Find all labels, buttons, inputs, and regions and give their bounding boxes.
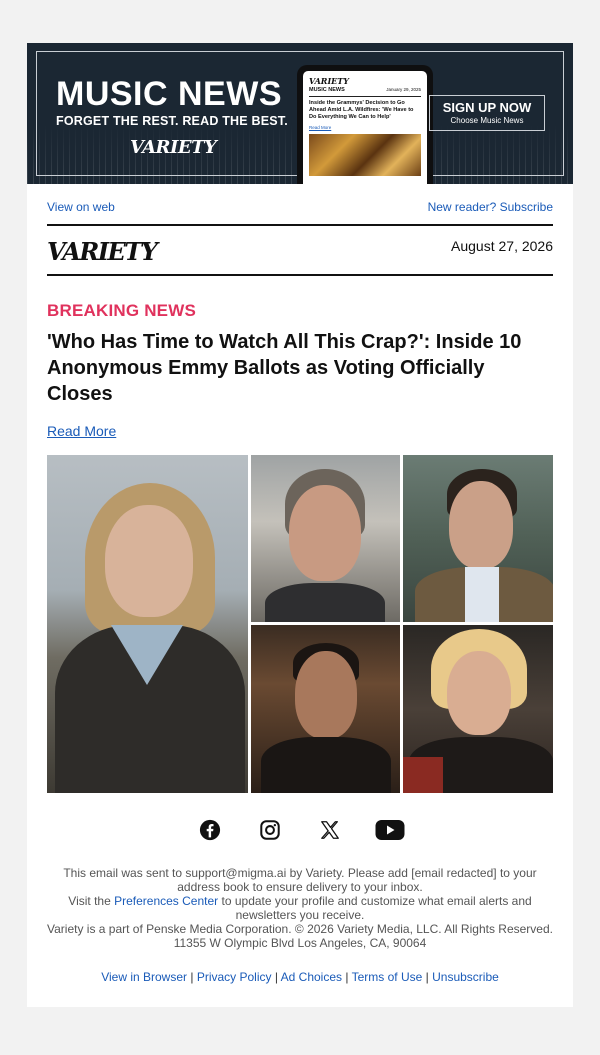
- article-headline[interactable]: 'Who Has Time to Watch All This Crap?': …: [47, 329, 553, 407]
- email-container: MUSIC NEWS FORGET THE REST. READ THE BES…: [27, 43, 573, 1007]
- footer-visit-suffix: to update your profile and customize wha…: [218, 894, 532, 922]
- unsubscribe-link[interactable]: Unsubscribe: [432, 970, 499, 984]
- collage-photo-woman-2: [403, 625, 553, 793]
- collage-photo-man-1: [251, 455, 400, 622]
- footer-sent-to: This email was sent to support@migma.ai …: [63, 866, 537, 894]
- subscribe-link[interactable]: New reader? Subscribe: [428, 200, 553, 224]
- signup-button[interactable]: SIGN UP NOW Choose Music News: [429, 95, 545, 131]
- breaking-news-kicker: BREAKING NEWS: [47, 301, 196, 320]
- footer-preferences-line: Visit the Preferences Center to update y…: [47, 894, 553, 922]
- phone-mockup: VARIETY MUSIC NEWS January 29, 2025 Insi…: [297, 65, 433, 184]
- phone-headline: Inside the Grammys' Decision to Go Ahead…: [309, 100, 414, 120]
- separator: |: [345, 970, 349, 984]
- preferences-center-link[interactable]: Preferences Center: [114, 894, 218, 908]
- footer-text: This email was sent to support@migma.ai …: [27, 866, 573, 950]
- view-on-web-link[interactable]: View on web: [47, 200, 115, 224]
- legal-links: View in Browser | Privacy Policy | Ad Ch…: [27, 970, 573, 1007]
- separator: |: [274, 970, 278, 984]
- banner-title: MUSIC NEWS: [56, 75, 282, 113]
- view-in-browser-link[interactable]: View in Browser: [101, 970, 187, 984]
- youtube-icon[interactable]: [375, 817, 405, 843]
- collage-photo-man-2: [403, 455, 553, 622]
- phone-article-image: [309, 134, 421, 176]
- phone-section: MUSIC NEWS: [309, 87, 345, 93]
- separator: |: [425, 970, 429, 984]
- x-icon[interactable]: [315, 817, 345, 843]
- variety-logo[interactable]: VARIETY: [47, 237, 158, 266]
- signup-label: SIGN UP NOW: [442, 100, 532, 115]
- terms-of-use-link[interactable]: Terms of Use: [352, 970, 423, 984]
- footer-address: 11355 W Olympic Blvd Los Angeles, CA, 90…: [173, 936, 427, 950]
- phone-screen: VARIETY MUSIC NEWS January 29, 2025 Insi…: [303, 71, 427, 184]
- footer-copyright: Variety is a part of Penske Media Corpor…: [47, 922, 553, 936]
- banner-tagline: FORGET THE REST. READ THE BEST.: [56, 114, 288, 128]
- issue-date: August 27, 2026: [451, 237, 553, 254]
- ad-choices-link[interactable]: Ad Choices: [281, 970, 342, 984]
- phone-logo: VARIETY: [309, 76, 349, 86]
- read-more-link[interactable]: Read More: [47, 423, 116, 439]
- separator: |: [190, 970, 194, 984]
- music-news-banner[interactable]: MUSIC NEWS FORGET THE REST. READ THE BES…: [27, 43, 573, 184]
- footer-visit-prefix: Visit the: [68, 894, 115, 908]
- masthead: VARIETY August 27, 2026: [47, 224, 553, 276]
- phone-date: January 29, 2025: [386, 87, 421, 92]
- top-links: View on web New reader? Subscribe: [47, 184, 553, 224]
- social-links: [47, 817, 553, 843]
- phone-read-more: Read More: [309, 125, 332, 130]
- signup-sublabel: Choose Music News: [450, 116, 524, 125]
- banner-variety-logo: VARIETY: [130, 137, 217, 158]
- facebook-icon[interactable]: [195, 817, 225, 843]
- article-image-collage[interactable]: [47, 455, 553, 793]
- collage-photo-woman: [47, 455, 248, 793]
- instagram-icon[interactable]: [255, 817, 285, 843]
- privacy-policy-link[interactable]: Privacy Policy: [197, 970, 272, 984]
- collage-photo-man-3: [251, 625, 400, 793]
- phone-rule: [309, 96, 421, 97]
- phone-section-row: MUSIC NEWS January 29, 2025: [309, 87, 421, 93]
